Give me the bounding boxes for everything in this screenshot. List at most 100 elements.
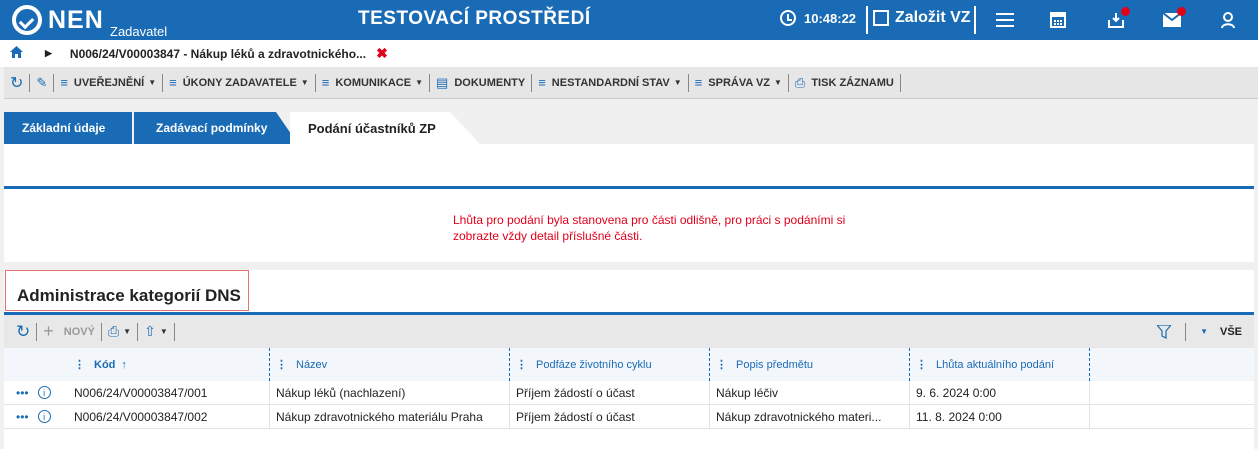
menu-label: KOMUNIKACE [335,76,412,89]
logo-check-icon [12,5,42,35]
more-options-icon[interactable]: ••• [16,386,29,400]
menu-sprava-vz[interactable]: ≡ SPRÁVA VZ ▼ [689,67,788,98]
section-divider [4,186,1254,189]
cell-podfaze: Příjem žádostí o účast [510,381,710,404]
notice-line: zobrazte vždy detail příslušné části. [453,229,643,243]
drag-handle-icon[interactable]: ⋮ [74,358,85,371]
drag-handle-icon[interactable]: ⋮ [716,358,727,371]
actions-column-header [4,348,68,381]
tab-zakladni-udaje[interactable]: Základní údaje [4,112,132,144]
info-icon[interactable]: i [37,410,51,423]
caret-down-icon: ▼ [300,78,309,87]
create-contract-button[interactable]: Založit VZ [873,9,971,27]
menu-komunikace[interactable]: ≡ KOMUNIKACE ▼ [316,67,429,98]
refresh-icon: ↻ [16,321,31,341]
tab-zadavaci-podminky[interactable]: Zadávací podmínky [134,112,298,144]
user-icon[interactable] [1216,8,1240,32]
list-icon: ≡ [694,75,703,90]
home-icon[interactable] [10,46,23,61]
nen-logo[interactable]: NEN [12,5,104,35]
menu-label: DOKUMENTY [454,76,526,89]
calculator-icon[interactable] [1046,8,1070,32]
menu-uverejneni[interactable]: ≡ UVEŘEJNĚNÍ ▼ [54,67,162,98]
cell-lhuta: 11. 8. 2024 0:00 [910,405,1090,428]
inbox-icon[interactable] [1104,7,1130,32]
app-header: NEN Zadavatel TESTOVACÍ PROSTŘEDÍ 10:48:… [0,0,1258,40]
menu-nestandardni-stav[interactable]: ≡ NESTANDARDNÍ STAV ▼ [532,67,687,98]
menu-dokumenty[interactable]: ▤ DOKUMENTY [430,67,531,98]
toolbar-divider [1185,322,1187,341]
notice-line: Lhůta pro podání byla stanovena pro část… [453,213,846,227]
filter-selector[interactable]: ▼ VŠE [1196,326,1242,338]
menu-icon[interactable] [993,8,1017,32]
column-header-nazev[interactable]: ⋮ Název [270,348,510,381]
edit-button[interactable]: ✎ [30,67,53,98]
column-label: Lhůta aktuálního podání [936,358,1055,371]
clock-icon [780,10,796,26]
menu-ukony-zadavatele[interactable]: ≡ ÚKONY ZADAVATELE ▼ [163,67,315,98]
notification-dot [1177,7,1186,16]
logo-text: NEN [48,5,104,34]
pencil-icon: ✎ [36,74,48,90]
grid-refresh-button[interactable]: ↻ [4,322,36,342]
cell-nazev: Nákup léků (nachlazení) [270,381,510,404]
breadcrumb: ▶ N006/24/V00003847 - Nákup léků a zdrav… [0,40,1258,67]
toolbar-divider [899,73,901,92]
tab-bar: Základní údaje Zadávací podmínky Podání … [4,112,480,144]
cell-podfaze: Příjem žádostí o účast [510,405,710,428]
drag-handle-icon[interactable]: ⋮ [916,358,927,371]
deadline-notice: Lhůta pro podání byla stanovena pro část… [453,212,845,244]
table-row[interactable]: ••• i N006/24/V00003847/001 Nákup léků (… [4,381,1254,405]
environment-title: TESTOVACÍ PROSTŘEDÍ [358,8,591,29]
filter-icon[interactable] [1155,323,1173,339]
menu-label: NESTANDARDNÍ STAV [551,76,670,89]
drag-handle-icon[interactable]: ⋮ [276,358,287,371]
column-header-podfaze[interactable]: ⋮ Podfáze životního cyklu [510,348,710,381]
logo-subtitle: Zadavatel [110,24,168,39]
cell-nazev: Nákup zdravotnického materiálu Praha [270,405,510,428]
close-icon[interactable]: ✖ [376,45,388,62]
header-divider [866,6,868,34]
column-header-popis[interactable]: ⋮ Popis předmětu [710,348,910,381]
refresh-button[interactable]: ↻ [4,67,29,98]
table-row[interactable]: ••• i N006/24/V00003847/002 Nákup zdravo… [4,405,1254,429]
list-icon: ≡ [538,75,546,90]
row-actions: ••• i [4,381,68,404]
toolbar-divider [173,322,175,341]
cell-lhuta: 9. 6. 2024 0:00 [910,381,1090,404]
refresh-icon: ↻ [10,74,24,92]
caret-down-icon: ▼ [159,327,168,336]
menu-tisk-zaznamu[interactable]: ⎙ TISK ZÁZNAMU [789,67,900,98]
submission-panel: Lhůta pro podání byla stanovena pro část… [4,144,1254,262]
table-header: ⋮ Kód ↑ ⋮ Název ⋮ Podfáze životního cyklu ⋮ P… [4,348,1254,381]
export-menu-button[interactable]: ⇧ ▼ [138,323,174,340]
more-options-icon[interactable]: ••• [16,410,29,424]
mail-icon[interactable] [1160,7,1186,32]
list-icon: ≡ [321,75,330,90]
cell-popis: Nákup léčiv [710,381,910,404]
print-menu-button[interactable]: ⎙ ▼ [102,323,137,340]
column-header-kod[interactable]: ⋮ Kód ↑ [68,348,270,381]
caret-down-icon: ▼ [673,78,682,87]
new-button[interactable]: + NOVÝ [37,321,101,342]
breadcrumb-current[interactable]: N006/24/V00003847 - Nákup léků a zdravot… [70,47,366,61]
plus-icon: + [43,321,54,341]
caret-down-icon: ▼ [774,78,782,87]
drag-handle-icon[interactable]: ⋮ [516,358,527,371]
caret-down-icon: ▼ [148,78,157,87]
column-label: Podfáze životního cyklu [536,358,652,371]
caret-down-icon: ▼ [123,327,132,336]
caret-down-icon: ▼ [415,78,424,87]
tab-podani-ucastniku[interactable]: Podání účastníků ZP [290,112,480,144]
dns-categories-panel: Administrace kategorií DNS ↻ + NOVÝ ⎙ ▼ ⇧ ▼… [4,270,1254,449]
grid-filter-controls: ▼ VŠE [1155,315,1242,348]
export-icon: ⇧ [144,323,156,339]
info-icon[interactable]: i [37,386,51,399]
print-icon: ⎙ [794,74,806,90]
main-toolbar: ↻ ✎ ≡ UVEŘEJNĚNÍ ▼ ≡ ÚKONY ZADAVATELE ▼ ≡ KOM… [4,67,1258,99]
list-icon: ≡ [60,75,68,90]
list-icon: ≡ [169,75,177,90]
caret-down-icon: ▼ [1200,327,1208,336]
grid-toolbar: ↻ + NOVÝ ⎙ ▼ ⇧ ▼ ▼ VŠE [4,315,1254,348]
column-header-lhuta[interactable]: ⋮ Lhůta aktuálního podání [910,348,1090,381]
